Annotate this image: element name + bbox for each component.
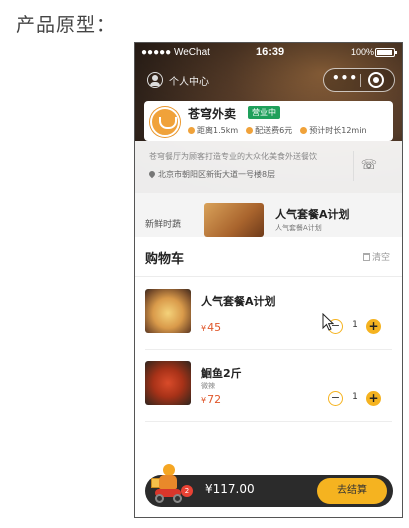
increase-quantity-button[interactable]: + [366,319,381,334]
page-caption: 产品原型： [16,14,117,36]
miniprogram-capsule: ••• [323,68,395,92]
battery-icon [375,48,397,57]
more-icon[interactable]: ••• [332,71,358,89]
location-pin-icon [147,169,157,179]
call-store-button[interactable]: ☏ [353,151,377,181]
cart-count-badge: 2 [181,485,193,497]
fee-icon [246,127,254,134]
store-stats: 距离1.5km 配送费6元 预计时长12min [188,125,367,136]
decrease-quantity-button[interactable]: − [328,391,343,406]
cart-item-spec: 微辣 [201,382,215,390]
carrier-label: ●●●●● WeChat [141,47,210,58]
increase-quantity-button[interactable]: + [366,391,381,406]
cart-item-name: 人气套餐A计划 [201,295,276,308]
distance-stat: 距离1.5km [188,125,238,136]
store-logo [150,107,180,137]
wheel [155,494,164,503]
wheel [173,494,182,503]
quantity-stepper: − 1 + [328,319,381,335]
rider-body [159,475,177,489]
item-divider [145,349,392,350]
personal-center-label: 个人中心 [169,76,209,88]
item-divider [145,421,392,422]
dish-title[interactable]: 人气套餐A计划 [275,206,350,222]
cart-total: ¥117.00 [205,482,255,496]
store-address: 北京市朝阳区新街大道一号楼8层 [147,169,275,180]
eta-stat: 预计时长12min [300,125,367,136]
delivery-fee-stat: 配送费6元 [246,125,292,136]
mouse-cursor-icon [322,313,334,331]
cart-item-price: ¥72 [201,393,222,406]
clock-icon [300,127,308,134]
cart-item-image [145,289,191,333]
store-card: 苍穹外卖 营业中 距离1.5km 配送费6元 预计时长12min [144,101,393,141]
quantity-value: 1 [352,392,358,402]
clear-cart-button[interactable]: 清空 [363,250,390,263]
store-name: 苍穹外卖 [188,107,237,121]
cart-item-name: 鮰鱼2斤 [201,367,242,380]
checkout-button[interactable]: 去结算 [317,478,387,504]
dish-subtitle: 人气套餐A计划 [275,224,322,232]
cart-title: 购物车 [145,252,185,267]
clock: 16:39 [256,46,285,58]
quantity-stepper: − 1 + [328,391,381,407]
user-icon [147,72,163,88]
status-bar: ●●●●● WeChat 16:39 100% [135,43,402,63]
cart-item: 鮰鱼2斤 微辣 ¥72 − 1 + [135,361,402,433]
cart-item: 人气套餐A计划 ¥45 − 1 + [135,289,402,361]
dish-thumbnail[interactable] [204,203,264,237]
trash-icon [363,253,370,261]
quantity-value: 1 [352,320,358,330]
status-badge: 营业中 [248,106,280,119]
cart-item-image [145,361,191,405]
close-miniprogram-icon[interactable] [368,72,384,88]
phone-frame: ●●●●● WeChat 16:39 100% 个人中心 ••• 苍穹外卖 营业… [134,42,403,518]
cart-icon[interactable] [151,462,185,504]
store-info: 苍穹餐厅为顾客打造专业的大众化美食外送餐饮 北京市朝阳区新街大道一号楼8层 ☏ [135,141,402,193]
phone-icon: ☏ [360,158,377,173]
distance-icon [188,127,195,134]
cart-header: 购物车 清空 [135,237,402,277]
battery-percent: 100% [351,47,375,57]
store-description: 苍穹餐厅为顾客打造专业的大众化美食外送餐饮 [149,152,317,161]
menu-section: 新鲜时蔬 人气套餐A计划 人气套餐A计划 [135,193,402,237]
capsule-divider [360,74,361,87]
category-item[interactable]: 新鲜时蔬 [145,217,181,230]
personal-center-button[interactable]: 个人中心 [147,71,209,89]
cart-item-price: ¥45 [201,321,222,334]
